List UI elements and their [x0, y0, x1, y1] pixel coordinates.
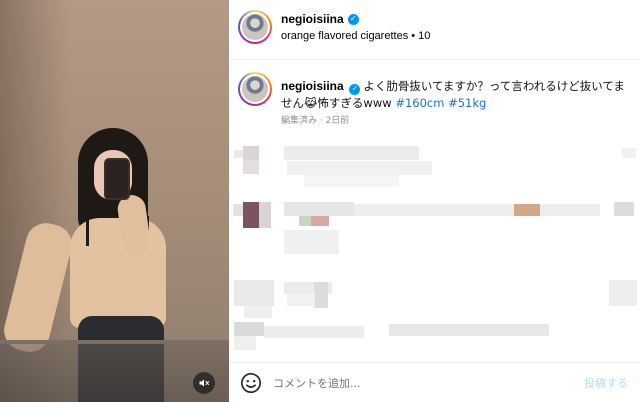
photo-strap-left: [86, 216, 89, 246]
caption-verified-badge-icon: ✓: [349, 83, 361, 95]
verified-badge-icon: ✓: [347, 13, 359, 25]
post-sidebar: negioisiina ✓ orange flavored cigarettes…: [229, 0, 640, 402]
speaker-muted-icon: [199, 379, 209, 387]
header-audio[interactable]: orange flavored cigarettes • 10: [281, 30, 430, 42]
header-username[interactable]: negioisiina: [281, 12, 344, 26]
post-meta: 編集済み · 2日前: [281, 116, 350, 126]
post-photo[interactable]: [0, 0, 229, 402]
caption-username[interactable]: negioisiina: [281, 79, 344, 93]
photo-phone: [104, 158, 130, 200]
hashtag-link[interactable]: #160cm: [395, 96, 444, 110]
comment-bar: 投稿する: [229, 362, 640, 402]
hashtag-link[interactable]: #51kg: [448, 96, 486, 110]
post-header: negioisiina ✓ orange flavored cigarettes…: [229, 0, 640, 60]
photo-figure-torso: [70, 218, 166, 328]
post-caption: negioisiina ✓ よく肋骨抜いてますか？って言われるけど抜いてません😹怖…: [281, 78, 631, 112]
header-user: negioisiina ✓: [281, 12, 359, 26]
caption-avatar[interactable]: [238, 72, 272, 106]
smiley-icon[interactable]: [240, 372, 262, 394]
photo-counter: [0, 340, 229, 402]
post-comment-button[interactable]: 投稿する: [584, 375, 628, 391]
blurred-comments: [229, 130, 640, 360]
header-avatar[interactable]: [238, 10, 272, 44]
comment-input[interactable]: [273, 371, 573, 395]
mute-button[interactable]: [193, 372, 215, 394]
